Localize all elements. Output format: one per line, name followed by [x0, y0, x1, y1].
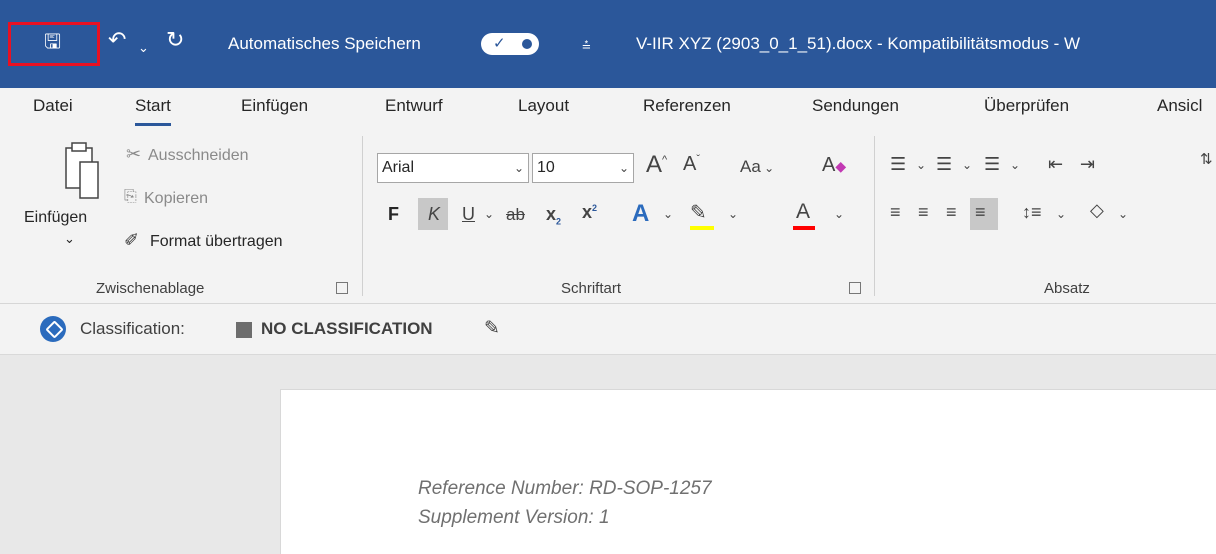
- chevron-down-icon: ⌄: [760, 161, 775, 175]
- font-name-combo[interactable]: Arial ⌄: [377, 153, 529, 183]
- sort-icon[interactable]: ⇅: [1200, 150, 1213, 168]
- separator: [874, 136, 875, 296]
- chevron-down-icon[interactable]: ⌄: [1010, 158, 1020, 172]
- strikethrough-button[interactable]: ab: [506, 205, 525, 225]
- bold-button[interactable]: F: [388, 204, 399, 225]
- text-effects-icon[interactable]: A: [632, 200, 649, 228]
- shrink-font-icon[interactable]: Aˇ: [683, 153, 700, 176]
- document-title: V-IIR XYZ (2903_0_1_51).docx - Kompatibi…: [636, 34, 1081, 53]
- classification-color-swatch: [236, 322, 252, 338]
- highlight-color-bar: [690, 226, 714, 230]
- undo-dropdown-icon[interactable]: ⌄: [138, 36, 149, 60]
- undo-icon[interactable]: ↶: [108, 28, 126, 52]
- underline-button[interactable]: U: [462, 204, 475, 225]
- chevron-down-icon[interactable]: ⌄: [962, 158, 972, 172]
- tab-layout[interactable]: Layout: [518, 96, 569, 116]
- tab-ueberpruefen[interactable]: Überprüfen: [984, 96, 1069, 116]
- tab-start[interactable]: Start: [135, 96, 171, 126]
- separator: [362, 136, 363, 296]
- tab-referenzen[interactable]: Referenzen: [643, 96, 731, 116]
- autosave-label: Automatisches Speichern: [228, 34, 421, 53]
- clipboard-launcher-icon[interactable]: [336, 282, 348, 294]
- justify-icon[interactable]: ≡: [975, 202, 986, 223]
- group-label-paragraph: Absatz: [1044, 280, 1090, 297]
- grow-font-icon[interactable]: A^: [646, 151, 667, 179]
- font-color-icon[interactable]: A: [796, 200, 810, 224]
- tab-ansicht[interactable]: Ansicl: [1157, 96, 1202, 116]
- align-left-icon[interactable]: ≡: [890, 202, 901, 223]
- ribbon-tabs: Datei Start Einfügen Entwurf Layout Refe…: [0, 88, 1216, 130]
- bullets-icon[interactable]: ☰: [890, 154, 906, 175]
- chevron-down-icon[interactable]: ⌄: [484, 207, 494, 221]
- tab-einfuegen[interactable]: Einfügen: [241, 96, 308, 116]
- font-launcher-icon[interactable]: [849, 282, 861, 294]
- clipboard-icon: [65, 142, 99, 199]
- title-bar: 🖫 ↶ ⌄ ↻ Automatisches Speichern ✓ ⩮ V-II…: [0, 0, 1216, 88]
- superscript-icon[interactable]: x2: [582, 202, 597, 223]
- scissors-icon: ✂: [126, 144, 142, 164]
- chevron-down-icon[interactable]: ⌄: [663, 207, 673, 221]
- ribbon: Einfügen ⌄ ✂ Ausschneiden ⎘ Kopieren ✐ F…: [0, 130, 1216, 304]
- reference-number-text: Reference Number: RD-SOP-1257: [418, 478, 712, 499]
- copy-button[interactable]: Kopieren: [144, 190, 208, 208]
- change-case-button[interactable]: Aa ⌄: [740, 157, 774, 177]
- format-painter-button[interactable]: Format übertragen: [150, 233, 283, 251]
- chevron-down-icon[interactable]: ⌄: [1118, 207, 1128, 221]
- tab-entwurf[interactable]: Entwurf: [385, 96, 443, 116]
- toggle-knob: [522, 39, 532, 49]
- line-spacing-icon[interactable]: ↕≡: [1022, 202, 1042, 223]
- check-icon: ✓: [493, 35, 506, 52]
- numbering-icon[interactable]: ☰: [936, 154, 952, 175]
- decrease-indent-icon[interactable]: ⇤: [1048, 154, 1063, 175]
- tab-sendungen[interactable]: Sendungen: [812, 96, 899, 116]
- increase-indent-icon[interactable]: ⇥: [1080, 154, 1095, 175]
- italic-button[interactable]: K: [428, 204, 440, 225]
- font-color-bar: [793, 226, 815, 230]
- chevron-down-icon[interactable]: ⌄: [728, 207, 738, 221]
- chevron-down-icon: ⌄: [618, 161, 629, 175]
- customize-quick-access-icon[interactable]: ⩮: [582, 34, 591, 58]
- group-label-font: Schriftart: [561, 280, 622, 297]
- chevron-down-icon: ⌄: [513, 161, 524, 175]
- tab-datei[interactable]: Datei: [33, 96, 73, 116]
- font-size-value: 10: [537, 159, 555, 176]
- paste-label: Einfügen: [24, 209, 88, 226]
- pencil-icon[interactable]: ✎: [484, 317, 500, 340]
- tag-icon[interactable]: [40, 316, 66, 342]
- chevron-down-icon[interactable]: ⌄: [1056, 207, 1066, 221]
- chevron-down-icon[interactable]: ⌄: [834, 207, 844, 221]
- classification-bar: Classification: NO CLASSIFICATION ✎: [0, 304, 1216, 355]
- highlighter-icon[interactable]: ✎: [690, 200, 707, 225]
- align-center-icon[interactable]: ≡: [918, 202, 929, 223]
- autosave-toggle[interactable]: ✓: [481, 33, 539, 55]
- copy-icon: ⎘: [124, 188, 137, 205]
- annotation-highlight-box: [8, 22, 100, 66]
- font-name-value: Arial: [382, 159, 415, 176]
- classification-value[interactable]: NO CLASSIFICATION: [261, 319, 433, 339]
- subscript-icon[interactable]: x2: [546, 204, 561, 227]
- supplement-version-text: Supplement Version: 1: [418, 507, 610, 528]
- clear-formatting-icon[interactable]: A◆: [822, 154, 846, 177]
- redo-icon[interactable]: ↻: [166, 28, 184, 52]
- classification-label: Classification:: [80, 319, 185, 338]
- font-size-combo[interactable]: 10 ⌄: [532, 153, 634, 183]
- format-painter-icon: ✐: [124, 230, 140, 250]
- multilevel-list-icon[interactable]: ☰: [984, 154, 1000, 175]
- cut-button[interactable]: Ausschneiden: [148, 147, 249, 165]
- align-right-icon[interactable]: ≡: [946, 202, 957, 223]
- shading-icon[interactable]: ◇: [1090, 200, 1104, 221]
- change-case-label: Aa: [740, 157, 761, 176]
- document-page[interactable]: Reference Number: RD-SOP-1257 Supplement…: [280, 389, 1216, 554]
- paste-dropdown-icon: ⌄: [64, 231, 75, 246]
- chevron-down-icon[interactable]: ⌄: [916, 158, 926, 172]
- group-label-clipboard: Zwischenablage: [96, 280, 205, 297]
